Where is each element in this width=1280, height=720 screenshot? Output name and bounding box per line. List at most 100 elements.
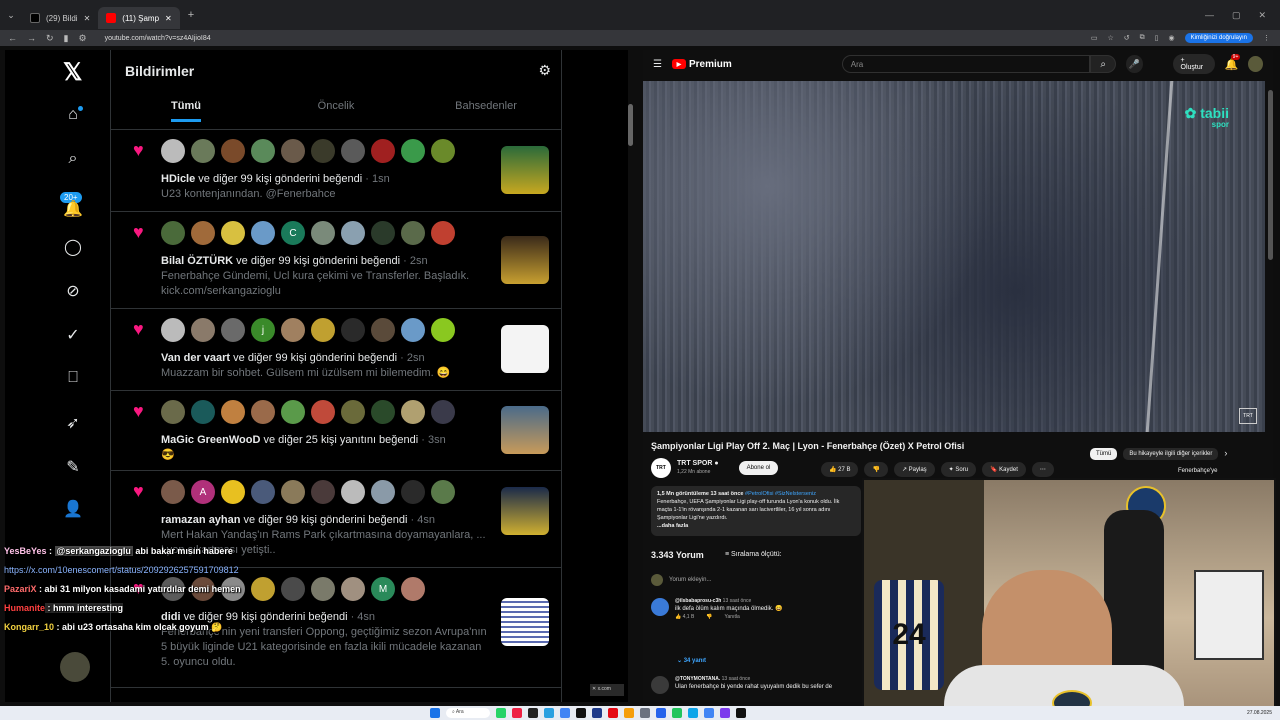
- rocket-icon[interactable]: ➶: [62, 412, 84, 434]
- notification-item[interactable]: ♥ j Van der vaart ve diğer 99 kişi gönde…: [111, 309, 561, 391]
- start-icon[interactable]: [430, 708, 440, 718]
- forward-icon[interactable]: →: [27, 33, 36, 44]
- avatar[interactable]: [371, 139, 395, 163]
- notification-item[interactable]: ♥ C Bilal ÖZTÜRK ve diğer 99 kişi gönder…: [111, 212, 561, 309]
- avatar[interactable]: [281, 318, 305, 342]
- reply-button[interactable]: Yanıtla: [725, 614, 740, 620]
- avatar[interactable]: [311, 221, 335, 245]
- avatar[interactable]: [431, 480, 455, 504]
- mic-icon[interactable]: 🎤: [1126, 55, 1143, 73]
- profile-icon[interactable]: ◉: [1169, 34, 1175, 42]
- user-name[interactable]: Bilal ÖZTÜRK: [161, 255, 233, 267]
- avatar[interactable]: [60, 652, 90, 682]
- avatar[interactable]: M: [371, 577, 395, 601]
- scrollbar[interactable]: [628, 104, 633, 146]
- reload-page-icon[interactable]: ↺: [1124, 34, 1130, 42]
- search-icon[interactable]: ⌕: [62, 148, 84, 170]
- chat-icon[interactable]: ◯: [62, 236, 84, 258]
- chip-related[interactable]: Bu hikayeyle ilgili diğer içerikler: [1123, 448, 1219, 460]
- avatar[interactable]: [431, 139, 455, 163]
- avatar[interactable]: [191, 318, 215, 342]
- avatar[interactable]: [371, 400, 395, 424]
- scrollbar[interactable]: [1268, 90, 1273, 260]
- reload-icon[interactable]: ↻: [46, 33, 54, 44]
- avatar[interactable]: [341, 400, 365, 424]
- sidebar-icon[interactable]: ▮: [64, 33, 69, 44]
- menu-icon[interactable]: ⋮: [1263, 34, 1270, 42]
- avatar[interactable]: [221, 139, 245, 163]
- back-icon[interactable]: ←: [8, 33, 17, 44]
- avatar[interactable]: [401, 577, 425, 601]
- avatar[interactable]: [401, 221, 425, 245]
- avatar[interactable]: [401, 139, 425, 163]
- avatar[interactable]: [311, 480, 335, 504]
- chevron-right-icon[interactable]: ›: [1224, 448, 1227, 460]
- avatar[interactable]: [311, 400, 335, 424]
- avatar[interactable]: [371, 221, 395, 245]
- site-info-icon[interactable]: ⚙: [79, 33, 87, 44]
- bookmark-star-icon[interactable]: ☆: [1108, 34, 1114, 42]
- browser-tab-x[interactable]: (29) Bildi ✕: [22, 7, 98, 29]
- avatar[interactable]: [161, 221, 185, 245]
- avatar[interactable]: [341, 318, 365, 342]
- avatar[interactable]: [221, 400, 245, 424]
- avatar[interactable]: [221, 480, 245, 504]
- dislike-icon[interactable]: 👎: [706, 614, 712, 620]
- whatsapp-icon[interactable]: [496, 708, 506, 718]
- post-thumbnail[interactable]: [501, 325, 549, 373]
- tab-list-icon[interactable]: ⌄: [0, 10, 22, 21]
- avatar[interactable]: [251, 139, 275, 163]
- avatar[interactable]: [401, 318, 425, 342]
- avatar[interactable]: [1248, 56, 1264, 72]
- tab-all[interactable]: Tümü: [111, 100, 261, 122]
- grok-icon[interactable]: ⊘: [62, 280, 84, 302]
- avatar[interactable]: [371, 480, 395, 504]
- install-icon[interactable]: ▭: [1091, 34, 1098, 42]
- post-thumbnail[interactable]: [501, 146, 549, 194]
- avatar[interactable]: [191, 221, 215, 245]
- user-name[interactable]: HDicle: [161, 173, 195, 185]
- sort-button[interactable]: ≡ Sıralama ölçütü:: [725, 551, 782, 558]
- comment-input[interactable]: Yorum ekleyin...: [669, 577, 711, 583]
- like-icon[interactable]: 👍 4,1 B: [675, 614, 694, 620]
- close-icon[interactable]: ✕: [165, 14, 172, 23]
- avatar[interactable]: [371, 318, 395, 342]
- avatar[interactable]: [251, 400, 275, 424]
- taskbar-search[interactable]: ⌕ Ara: [446, 708, 490, 718]
- chrome-icon[interactable]: [704, 708, 714, 718]
- subscribe-button[interactable]: Abone ol: [738, 461, 779, 475]
- avatar[interactable]: [251, 480, 275, 504]
- maximize-icon[interactable]: ▢: [1232, 10, 1241, 21]
- x-logo-icon[interactable]: 𝕏: [63, 58, 82, 87]
- avatar[interactable]: [311, 318, 335, 342]
- app-icon[interactable]: [688, 708, 698, 718]
- save-button[interactable]: 🔖 Kaydet: [982, 462, 1026, 477]
- avatar[interactable]: [191, 139, 215, 163]
- netflix-icon[interactable]: [608, 708, 618, 718]
- hashtags[interactable]: #PetrolOfisi #SizNelsterseniz: [744, 491, 816, 497]
- avatar[interactable]: [221, 221, 245, 245]
- extensions-icon[interactable]: ⧉: [1140, 34, 1145, 42]
- app-icon[interactable]: [640, 708, 650, 718]
- avatar[interactable]: [251, 221, 275, 245]
- like-button[interactable]: 👍 27 B: [821, 462, 859, 477]
- add-comment[interactable]: Yorum ekleyin...: [651, 574, 711, 586]
- avatar[interactable]: [281, 480, 305, 504]
- avatar[interactable]: [651, 676, 669, 694]
- replies-toggle[interactable]: ⌄ 34 yanıt: [677, 657, 706, 664]
- search-input[interactable]: Ara: [841, 55, 1091, 73]
- profile-icon[interactable]: 👤: [62, 498, 84, 520]
- chip-all[interactable]: Tümü: [1090, 448, 1118, 460]
- bell-icon[interactable]: 🔔: [62, 198, 84, 220]
- new-tab-icon[interactable]: +: [188, 9, 194, 21]
- ask-button[interactable]: ✦ Soru: [940, 462, 977, 477]
- x-mini-tab[interactable]: ✕ x.com: [590, 684, 624, 696]
- avatar[interactable]: [431, 400, 455, 424]
- dislike-button[interactable]: 👎: [864, 462, 888, 477]
- bell-icon[interactable]: 🔔 9+: [1225, 53, 1241, 71]
- app-icon[interactable]: [672, 708, 682, 718]
- chrome-icon[interactable]: [560, 708, 570, 718]
- url-field[interactable]: youtube.com/watch?v=sz4AIjioI84: [105, 35, 211, 42]
- user-name[interactable]: Van der vaart: [161, 352, 230, 364]
- browser-tab-youtube[interactable]: (11) Şamp ✕: [98, 7, 180, 29]
